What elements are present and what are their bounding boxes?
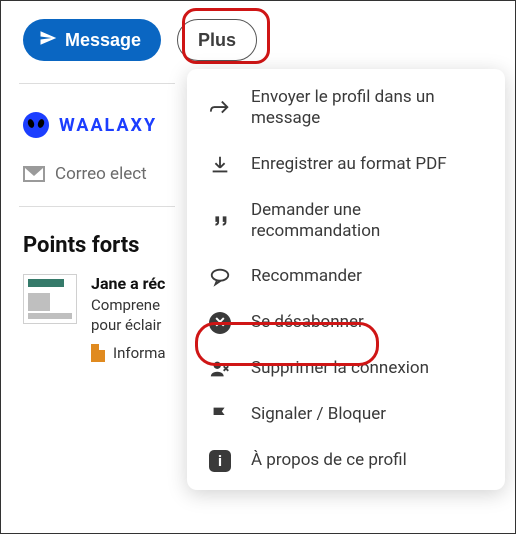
article-thumb xyxy=(23,274,77,324)
menu-label: Demander une recommandation xyxy=(251,200,485,243)
menu-label: Supprimer la connexion xyxy=(251,358,485,379)
menu-label: Envoyer le profil dans un message xyxy=(251,87,485,130)
x-circle-icon: ✕ xyxy=(207,312,233,334)
message-button[interactable]: Message xyxy=(23,19,161,61)
menu-item-send-profile[interactable]: Envoyer le profil dans un message xyxy=(187,75,505,142)
menu-label: Se désabonner xyxy=(251,312,485,333)
info-icon: i xyxy=(207,450,233,472)
menu-item-report-block[interactable]: Signaler / Bloquer xyxy=(187,392,505,438)
speech-icon xyxy=(207,266,233,288)
company-name: WAALAXY xyxy=(59,115,157,136)
share-arrow-icon xyxy=(207,97,233,119)
plus-dropdown: Envoyer le profil dans un message Enregi… xyxy=(187,69,505,490)
plus-button[interactable]: Plus xyxy=(177,19,257,61)
card-info: Informa xyxy=(113,344,166,362)
message-button-label: Message xyxy=(65,30,141,51)
menu-label: À propos de ce profil xyxy=(251,450,485,471)
quote-icon xyxy=(207,210,233,232)
menu-label: Enregistrer au format PDF xyxy=(251,154,485,175)
email-label: Correo elect xyxy=(55,164,147,184)
menu-item-remove-connection[interactable]: Supprimer la connexion xyxy=(187,346,505,392)
menu-label: Signaler / Bloquer xyxy=(251,404,485,425)
menu-label: Recommander xyxy=(251,266,485,287)
menu-item-recommend[interactable]: Recommander xyxy=(187,254,505,300)
envelope-icon xyxy=(23,166,45,182)
user-remove-icon xyxy=(207,358,233,380)
menu-item-request-reco[interactable]: Demander une recommandation xyxy=(187,188,505,255)
menu-item-unfollow[interactable]: ✕ Se désabonner xyxy=(187,300,505,346)
alien-icon xyxy=(23,112,49,138)
menu-item-about-profile[interactable]: i À propos de ce profil xyxy=(187,438,505,484)
send-icon xyxy=(39,29,57,52)
doc-icon xyxy=(91,344,105,362)
plus-button-label: Plus xyxy=(198,30,236,50)
flag-icon xyxy=(207,404,233,426)
download-icon xyxy=(207,154,233,176)
menu-item-save-pdf[interactable]: Enregistrer au format PDF xyxy=(187,142,505,188)
